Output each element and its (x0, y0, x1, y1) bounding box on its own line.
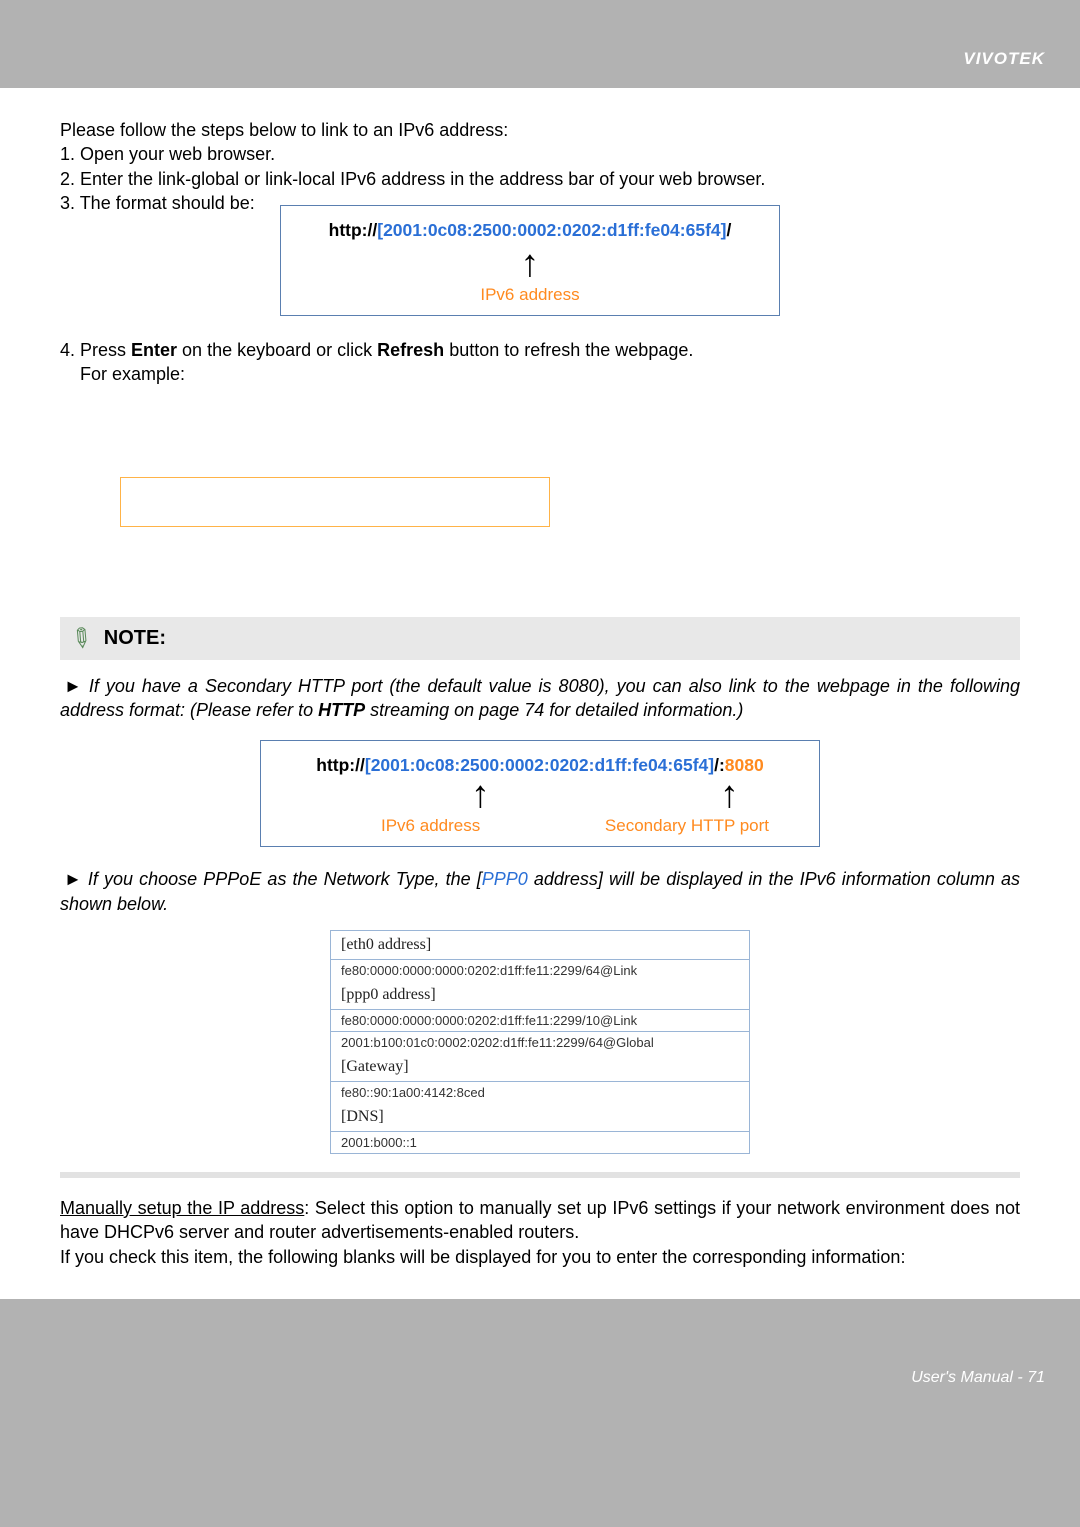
manual-setup-paragraph: Manually setup the IP address: Select th… (60, 1196, 1020, 1269)
note-paragraph-2: ► If you choose PPPoE as the Network Typ… (60, 867, 1020, 916)
table-row-header: [eth0 address] (331, 931, 749, 959)
http-label: HTTP (318, 700, 365, 720)
t: ► If you choose PPPoE as the Network Typ… (64, 869, 482, 889)
t: button to refresh the webpage. (444, 340, 693, 360)
step-4: 4. Press Enter on the keyboard or click … (60, 338, 1020, 387)
ipv6-port-diagram: http://[2001:0c08:2500:0002:0202:d1ff:fe… (260, 740, 820, 847)
arrow-up-icon: ↑ (720, 776, 739, 814)
refresh-btn-name: Refresh (377, 340, 444, 360)
step-1: 1. Open your web browser. (60, 142, 1020, 166)
brand-label: VIVOTEK (963, 49, 1045, 69)
url-prefix: http:// (316, 755, 365, 775)
ipv6-info-table: [eth0 address]fe80:0000:0000:0000:0202:d… (330, 930, 750, 1154)
table-row-header: [DNS] (331, 1103, 749, 1131)
section-separator (60, 1172, 1020, 1178)
ipv6-format-diagram: http://[2001:0c08:2500:0002:0202:d1ff:fe… (280, 205, 780, 316)
arrow-up-icon: ↑ (471, 776, 490, 814)
arrow-up-icon: ↑ (521, 245, 540, 283)
ppp0-label: PPP0 (482, 869, 528, 889)
caption-row-2: IPv6 address Secondary HTTP port (281, 814, 799, 836)
example-screenshot-placeholder (120, 477, 550, 527)
url-example-2: http://[2001:0c08:2500:0002:0202:d1ff:fe… (281, 755, 799, 776)
page: VIVOTEK Please follow the steps below to… (0, 0, 1080, 1417)
note-bar: ✎ NOTE: (60, 617, 1020, 660)
for-example: For example: (60, 364, 185, 384)
content-section-1: Please follow the steps below to link to… (0, 88, 1080, 1299)
table-row-header: [ppp0 address] (331, 981, 749, 1009)
header-bar: VIVOTEK (0, 30, 1080, 88)
arrow-row-2: ↑ ↑ (281, 776, 799, 814)
caption-ipv6: IPv6 address (301, 285, 759, 305)
footer-page: 71 (1027, 1369, 1045, 1386)
footer-text: User's Manual - 71 (911, 1369, 1045, 1386)
table-row-value: fe80:0000:0000:0000:0202:d1ff:fe11:2299/… (331, 1009, 749, 1031)
url-ipv6-addr: 2001:0c08:2500:0002:0202:d1ff:fe04:65f4 (371, 755, 709, 775)
arrow-row-1: ↑ (301, 245, 759, 283)
url-suffix: / (726, 220, 731, 240)
step-2: 2. Enter the link-global or link-local I… (60, 167, 1020, 191)
t: 4. Press (60, 340, 131, 360)
footer-label: User's Manual - (911, 1369, 1027, 1386)
manual-setup-title: Manually setup the IP address (60, 1198, 304, 1218)
table-row-value: fe80::90:1a00:4142:8ced (331, 1081, 749, 1103)
url-prefix: http:// (329, 220, 378, 240)
note-title: NOTE: (104, 627, 166, 650)
t: on the keyboard or click (177, 340, 377, 360)
caption-ipv6: IPv6 address (381, 816, 480, 836)
note-paragraph-1: ► If you have a Secondary HTTP port (the… (60, 674, 1020, 723)
table-row-header: [Gateway] (331, 1053, 749, 1081)
t: streaming on page 74 for detailed inform… (365, 700, 743, 720)
url-port: 8080 (725, 755, 764, 775)
intro-lead: Please follow the steps below to link to… (60, 118, 1020, 142)
url-ipv6-addr: 2001:0c08:2500:0002:0202:d1ff:fe04:65f4 (383, 220, 721, 240)
caption-port: Secondary HTTP port (605, 816, 769, 836)
t: If you check this item, the following bl… (60, 1247, 905, 1267)
table-row-value: 2001:b100:01c0:0002:0202:d1ff:fe11:2299/… (331, 1031, 749, 1053)
url-suffix: /: (714, 755, 725, 775)
footer-bar: User's Manual - 71 (0, 1299, 1080, 1417)
table-row-value: fe80:0000:0000:0000:0202:d1ff:fe11:2299/… (331, 959, 749, 981)
enter-key: Enter (131, 340, 177, 360)
table-row-value: 2001:b000::1 (331, 1131, 749, 1153)
url-example-1: http://[2001:0c08:2500:0002:0202:d1ff:fe… (301, 220, 759, 241)
note-icon: ✎ (63, 619, 100, 657)
